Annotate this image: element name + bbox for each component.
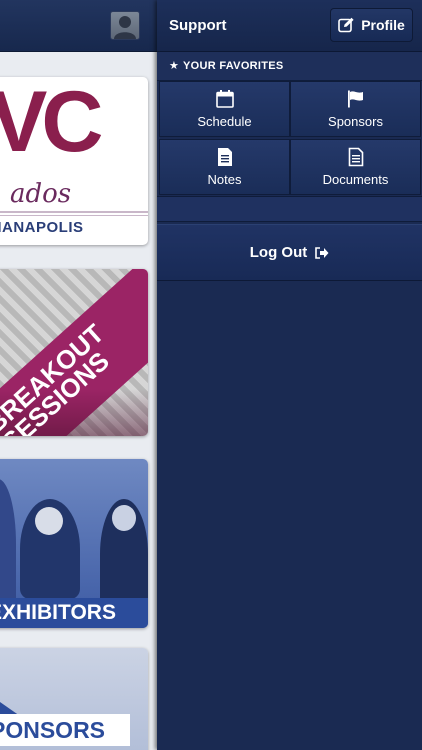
- exhibitors-card[interactable]: EXHIBITORS: [0, 459, 148, 628]
- favorite-label: Schedule: [197, 114, 252, 129]
- favorite-label: Sponsors: [328, 114, 383, 129]
- exhibitors-label: EXHIBITORS: [0, 601, 116, 624]
- left-content: VC ados DIANAPOLIS BREAKOUT SESSIONS EXH…: [0, 0, 157, 750]
- favorite-documents[interactable]: Documents: [290, 139, 421, 195]
- menu-divider: [157, 196, 422, 222]
- favorite-label: Notes: [207, 172, 242, 187]
- logo-script: ados: [10, 179, 72, 209]
- favorites-title: YOUR FAVORITES: [183, 60, 284, 72]
- star-icon: ★: [169, 60, 179, 72]
- favorite-label: Documents: [322, 172, 389, 187]
- sign-out-icon: [315, 246, 329, 259]
- side-menu: Support Profile ★ YOUR FAVORITES Schedul…: [157, 0, 422, 750]
- favorite-notes[interactable]: Notes: [159, 139, 290, 195]
- document-icon: [348, 147, 363, 167]
- sponsors-label-bar: PONSORS: [0, 714, 130, 746]
- profile-button[interactable]: Profile: [330, 8, 413, 42]
- photo-figure: [112, 505, 136, 531]
- logo-divider: [0, 211, 148, 213]
- calendar-icon: [215, 90, 234, 108]
- logout-label: Log Out: [249, 244, 308, 261]
- sponsors-card[interactable]: PONSORS: [0, 648, 148, 750]
- note-icon: [217, 148, 232, 166]
- menu-header: Support Profile: [157, 0, 422, 52]
- logo-letters: VC: [0, 77, 103, 170]
- exhibitors-label-bar: EXHIBITORS: [0, 598, 148, 628]
- left-top-bar: [0, 0, 157, 52]
- edit-icon: [338, 17, 354, 33]
- flag-icon: [347, 90, 363, 108]
- conference-logo-card[interactable]: VC ados DIANAPOLIS: [0, 77, 148, 245]
- menu-title: Support: [169, 17, 227, 34]
- user-avatar-icon: [114, 16, 136, 39]
- profile-label: Profile: [361, 17, 405, 33]
- logo-divider-thin: [0, 215, 148, 216]
- favorite-schedule[interactable]: Schedule: [159, 81, 290, 137]
- favorite-sponsors[interactable]: Sponsors: [290, 81, 421, 137]
- favorites-header: ★ YOUR FAVORITES: [157, 52, 422, 81]
- logo-city: DIANAPOLIS: [0, 219, 84, 236]
- photo-figure: [0, 479, 16, 609]
- sponsors-label: PONSORS: [0, 717, 106, 743]
- breakout-sessions-card[interactable]: BREAKOUT SESSIONS: [0, 269, 148, 436]
- avatar-button[interactable]: [110, 11, 140, 40]
- photo-figure: [35, 507, 63, 535]
- logout-button[interactable]: Log Out: [157, 224, 422, 281]
